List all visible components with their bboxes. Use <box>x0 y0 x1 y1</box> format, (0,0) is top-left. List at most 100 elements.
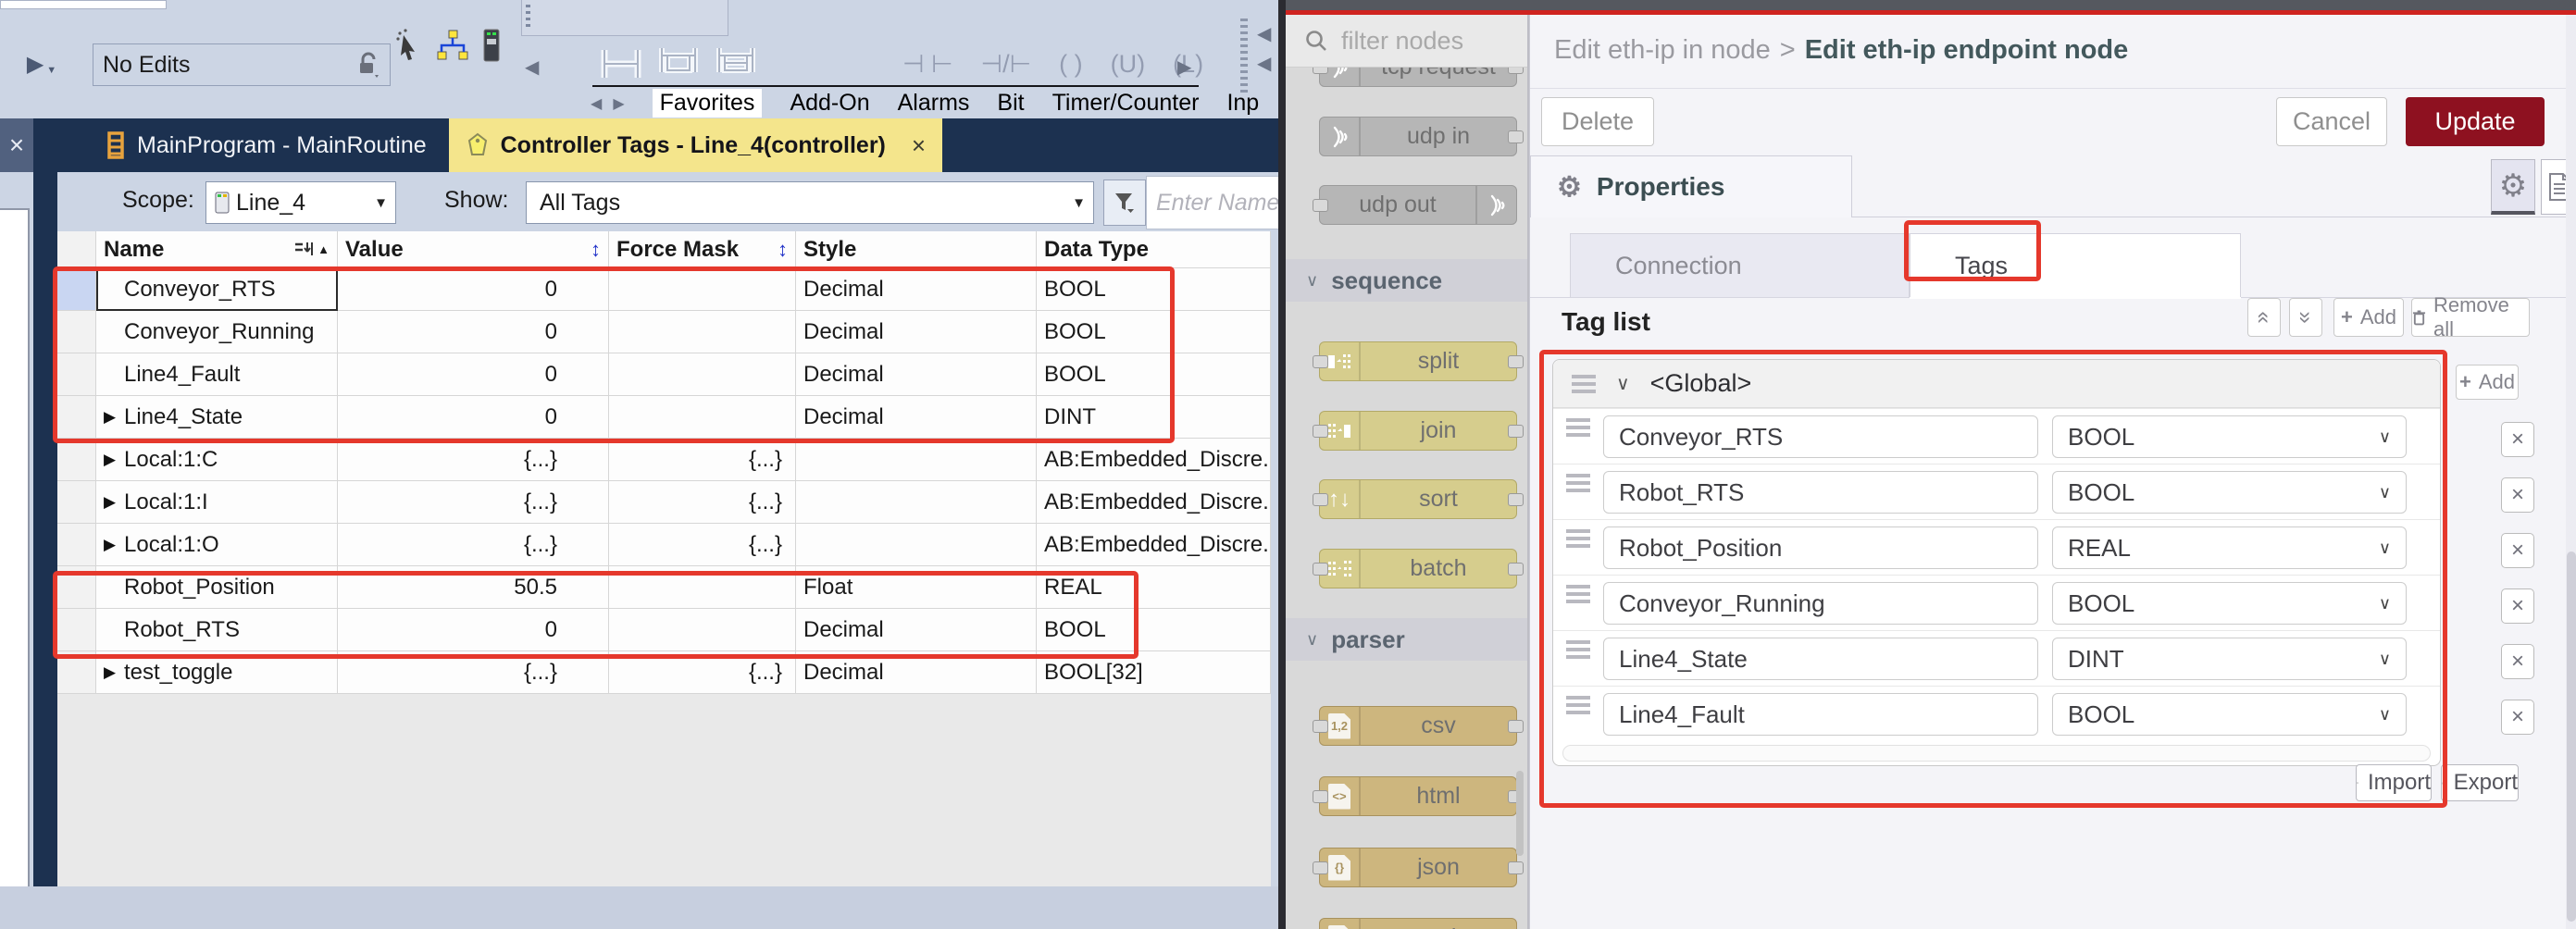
cell-force-mask[interactable] <box>609 566 796 609</box>
cell-name[interactable]: Robot_Position <box>96 566 338 609</box>
select-tool-icon[interactable] <box>392 28 424 68</box>
palette-node-join[interactable]: join <box>1319 411 1517 451</box>
tag-name-input[interactable]: Robot_Position <box>1603 526 2038 569</box>
cell-force-mask[interactable] <box>609 311 796 353</box>
close-pane-button[interactable]: × <box>0 118 33 172</box>
palette-node-xml[interactable]: <> xml <box>1319 918 1517 929</box>
cell-value[interactable]: {...} <box>338 439 609 481</box>
tab-scroll-right-icon[interactable]: ▶ <box>613 94 624 113</box>
cell-force-mask[interactable] <box>609 353 796 396</box>
cell-value[interactable]: 0 <box>338 268 609 311</box>
delete-button[interactable]: Delete <box>1541 97 1654 146</box>
expand-icon[interactable]: ▶ <box>104 451 124 469</box>
delete-tag-button[interactable]: × <box>2501 644 2534 679</box>
cell-force-mask[interactable]: {...} <box>609 524 796 566</box>
tab-mainprogram[interactable]: MainProgram - MainRoutine <box>87 118 445 172</box>
drag-handle-icon[interactable] <box>1566 418 1590 422</box>
palette-section-sequence[interactable]: ∨ sequence <box>1286 259 1527 302</box>
expand-icon[interactable]: ▶ <box>104 493 124 512</box>
palette-node-html[interactable]: <> html <box>1319 776 1517 816</box>
palette-scrollbar[interactable] <box>1516 771 1524 856</box>
cell-style[interactable]: Decimal <box>796 651 1037 694</box>
cell-style[interactable] <box>796 439 1037 481</box>
drag-handle-icon[interactable] <box>1566 696 1590 700</box>
cell-data-type[interactable]: BOOL[32] <box>1037 651 1271 694</box>
instruction-tab-bit[interactable]: Bit <box>997 90 1024 117</box>
tag-type-select[interactable]: BOOL∨ <box>2052 471 2407 514</box>
cell-data-type[interactable]: BOOL <box>1037 311 1271 353</box>
tag-name-input[interactable]: Conveyor_RTS <box>1603 415 2038 458</box>
row-selector[interactable] <box>57 353 96 396</box>
toolbar-drag-handle-right[interactable] <box>1240 19 1248 93</box>
collapse-left-icon-2[interactable]: ◀ <box>1257 52 1271 75</box>
cell-data-type[interactable]: AB:Embedded_Discre... <box>1037 481 1271 524</box>
cell-name[interactable]: Line4_Fault <box>96 353 338 396</box>
cell-value[interactable]: 50.5 <box>338 566 609 609</box>
instruction-tab-addon[interactable]: Add-On <box>790 90 869 117</box>
drag-handle-icon[interactable] <box>1566 529 1590 533</box>
palette-node-json[interactable]: {} json <box>1319 848 1517 887</box>
header-force-mask[interactable]: Force Mask↕ <box>609 231 796 268</box>
cell-style[interactable]: Decimal <box>796 609 1037 651</box>
row-selector[interactable] <box>57 524 96 566</box>
table-row[interactable]: Conveyor_Running 0 Decimal BOOL <box>57 311 1271 353</box>
cell-value[interactable]: {...} <box>338 651 609 694</box>
row-selector[interactable] <box>57 651 96 694</box>
tag-name-input[interactable]: Line4_Fault <box>1603 693 2038 736</box>
update-button[interactable]: Update <box>2406 97 2545 146</box>
tab-connection[interactable]: Connection <box>1570 233 1910 298</box>
table-row[interactable]: Conveyor_RTS 0 Decimal BOOL <box>57 268 1271 311</box>
edit-properties-icon-button[interactable]: ⚙ <box>2491 159 2535 215</box>
contact-instruction-icons[interactable]: ⊣ ⊢ ⊣/⊢ ( ) (U) (L) <box>902 50 1203 79</box>
cell-force-mask[interactable]: {...} <box>609 481 796 524</box>
palette-search[interactable]: filter nodes <box>1286 15 1527 68</box>
tag-group-header[interactable]: ∨ <Global> <box>1553 360 2440 408</box>
toolbar-drag-handle[interactable] <box>526 5 530 29</box>
table-row[interactable]: ▶Local:1:C {...} {...} AB:Embedded_Discr… <box>57 439 1271 481</box>
cell-force-mask[interactable]: {...} <box>609 439 796 481</box>
tab-tags[interactable]: Tags <box>1910 233 2241 298</box>
tag-name-input[interactable]: Line4_State <box>1603 638 2038 680</box>
tag-type-select[interactable]: REAL∨ <box>2052 526 2407 569</box>
tag-type-select[interactable]: BOOL∨ <box>2052 415 2407 458</box>
row-selector[interactable] <box>57 481 96 524</box>
expand-icon[interactable]: ▶ <box>104 408 124 427</box>
palette-node-tcp-request[interactable]: tcp request <box>1319 68 1517 87</box>
close-tab-icon[interactable]: × <box>912 131 926 160</box>
cancel-button[interactable]: Cancel <box>2276 97 2387 146</box>
tag-type-select[interactable]: DINT∨ <box>2052 638 2407 680</box>
header-data-type[interactable]: Data Type <box>1037 231 1271 268</box>
header-corner[interactable] <box>57 231 96 268</box>
cell-name[interactable]: ▶Local:1:C <box>96 439 338 481</box>
tag-name-input[interactable]: Conveyor_Running <box>1603 582 2038 625</box>
instruction-tab-alarms[interactable]: Alarms <box>898 90 970 117</box>
cell-style[interactable]: Decimal <box>796 268 1037 311</box>
table-row[interactable]: ▶Local:1:O {...} {...} AB:Embedded_Discr… <box>57 524 1271 566</box>
instruction-tab-timercounter[interactable]: Timer/Counter <box>1052 90 1200 117</box>
remove-all-button[interactable]: Remove all <box>2411 298 2530 337</box>
cell-name[interactable]: ▶test_toggle <box>96 651 338 694</box>
cell-data-type[interactable]: BOOL <box>1037 353 1271 396</box>
table-row[interactable]: ▶Line4_State 0 Decimal DINT <box>57 396 1271 439</box>
cell-data-type[interactable]: AB:Embedded_Discre... <box>1037 439 1271 481</box>
collapse-left-icon[interactable]: ◀ <box>1257 22 1271 45</box>
add-tag-button[interactable]: +Add <box>2333 298 2404 337</box>
cell-value[interactable]: 0 <box>338 311 609 353</box>
move-down-button[interactable]: » <box>2289 298 2322 337</box>
move-up-button[interactable]: « <box>2247 298 2281 337</box>
cell-data-type[interactable]: AB:Embedded_Discre... <box>1037 524 1271 566</box>
tab-properties[interactable]: ⚙ Properties <box>1530 155 1852 217</box>
cell-style[interactable] <box>796 481 1037 524</box>
palette-node-udp-in[interactable]: udp in <box>1319 117 1517 156</box>
drag-handle-icon[interactable] <box>1572 375 1596 378</box>
cell-name[interactable]: Conveyor_Running <box>96 311 338 353</box>
instruction-scroll-right-icon[interactable]: ▶ <box>1177 56 1191 79</box>
cell-name[interactable]: ▶Local:1:I <box>96 481 338 524</box>
scope-select[interactable]: Line_4 ▼ <box>205 181 396 224</box>
group-add-tag-button[interactable]: +Add <box>2456 365 2519 400</box>
palette-node-csv[interactable]: 1,2 csv <box>1319 706 1517 746</box>
cell-value[interactable]: 0 <box>338 609 609 651</box>
row-selector[interactable] <box>57 311 96 353</box>
header-value[interactable]: Value↕ <box>338 231 609 268</box>
cell-value[interactable]: 0 <box>338 396 609 439</box>
